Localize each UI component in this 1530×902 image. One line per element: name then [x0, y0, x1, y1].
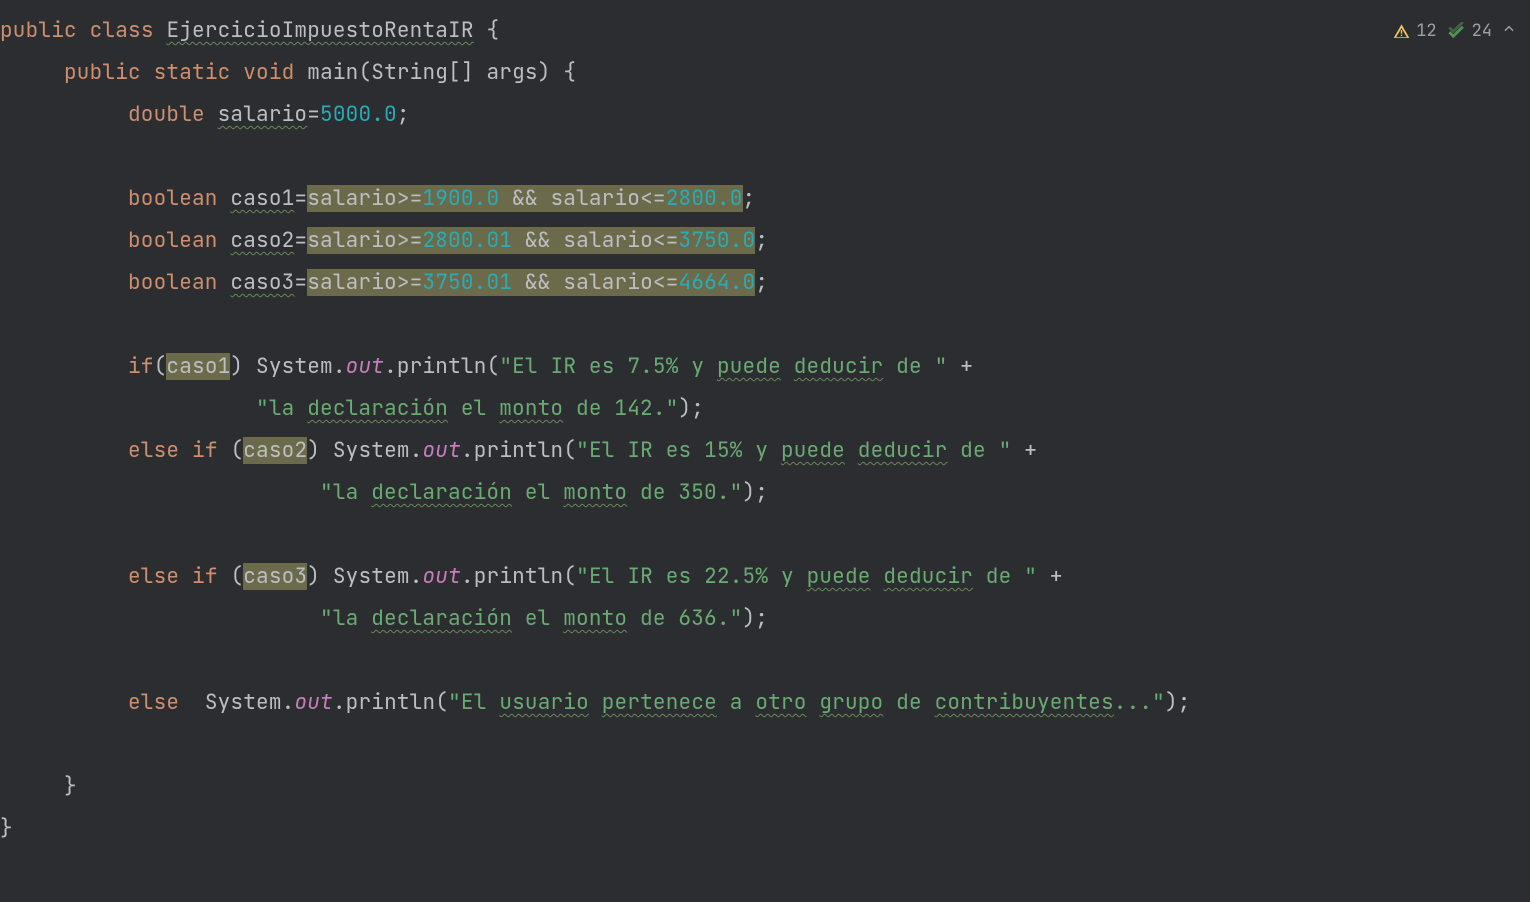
check-indicator[interactable]: 24 — [1447, 10, 1492, 52]
warning-icon — [1393, 23, 1410, 40]
check-count: 24 — [1472, 10, 1492, 52]
check-icon — [1447, 22, 1466, 41]
code-content[interactable]: public class EjercicioImpuestoRentaIR { … — [0, 10, 1191, 850]
inspection-status-bar: 12 24 — [1393, 10, 1516, 52]
warning-count: 12 — [1416, 10, 1436, 52]
warning-indicator[interactable]: 12 — [1393, 10, 1436, 52]
code-editor[interactable]: 12 24 public class EjercicioImpuestoRent… — [0, 0, 1530, 902]
chevron-up-icon[interactable] — [1502, 10, 1516, 52]
